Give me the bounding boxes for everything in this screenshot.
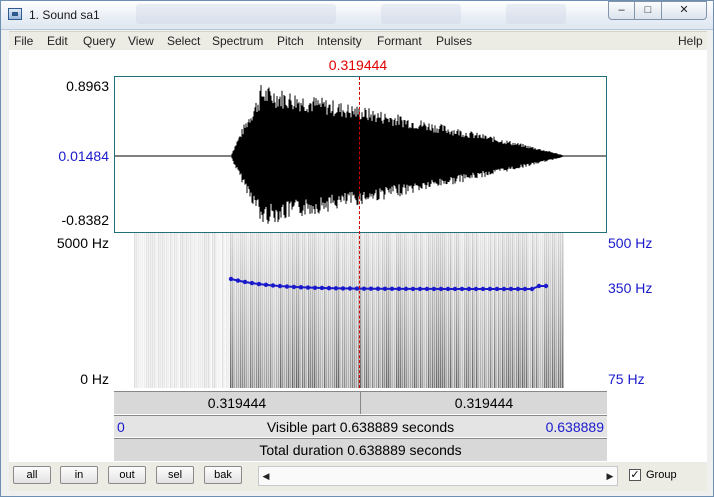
menu-intensity[interactable]: Intensity [317, 34, 362, 48]
background-ribbon [381, 4, 461, 24]
sound-editor-window: 1. Sound sa1 – □ ✕ File Edit Query View … [0, 0, 714, 497]
visible-part-text: Visible part 0.638889 seconds [266, 419, 455, 435]
group-checkbox[interactable]: ✓ [629, 469, 641, 481]
menu-edit[interactable]: Edit [47, 34, 68, 48]
menu-view[interactable]: View [128, 34, 154, 48]
selection-time-bar[interactable]: 0.319444 0.319444 [114, 391, 607, 414]
spectrogram-freq-top-label: 5000 Hz [56, 235, 109, 251]
zoom-selection-button[interactable]: sel [156, 466, 194, 484]
menu-select[interactable]: Select [167, 34, 200, 48]
menu-query[interactable]: Query [83, 34, 116, 48]
menu-pitch[interactable]: Pitch [277, 34, 304, 48]
menu-spectrum[interactable]: Spectrum [212, 34, 263, 48]
total-duration-text: Total duration 0.638889 seconds [259, 442, 462, 458]
horizontal-scrollbar[interactable]: ◀ ▶ [258, 466, 618, 486]
menu-pulses[interactable]: Pulses [436, 34, 472, 48]
background-ribbon [506, 4, 566, 24]
scroll-right-arrow-icon[interactable]: ▶ [603, 467, 617, 485]
app-icon [8, 8, 22, 20]
bottom-toolbar: all in out sel bak ◀ ▶ ✓ Group [9, 462, 707, 491]
maximize-button[interactable]: □ [634, 1, 662, 20]
right-time[interactable]: 0.319444 [361, 395, 607, 411]
waveform-panel[interactable] [114, 76, 607, 233]
scroll-left-arrow-icon[interactable]: ◀ [259, 467, 273, 485]
spectrogram-panel[interactable] [114, 233, 607, 388]
zoom-in-button[interactable]: in [60, 466, 98, 484]
group-label: Group [646, 469, 677, 481]
visible-end: 0.638889 [545, 419, 604, 435]
waveform-min-label: -0.8382 [61, 212, 109, 228]
cursor-time-label: 0.319444 [328, 57, 388, 73]
pitch-top-label: 500 Hz [608, 235, 653, 251]
minimize-button[interactable]: – [608, 1, 635, 20]
spectrogram-freq-bottom-label: 0 Hz [80, 371, 109, 387]
visible-part-bar[interactable]: 0 Visible part 0.638889 seconds 0.638889 [114, 415, 607, 437]
menu-help[interactable]: Help [678, 34, 703, 48]
menu-file[interactable]: File [14, 34, 33, 48]
pitch-bottom-label: 75 Hz [608, 371, 645, 387]
waveform-plot [115, 85, 606, 224]
waveform-max-label: 0.8963 [66, 78, 109, 94]
waveform-center-label: 0.01484 [58, 148, 109, 164]
background-ribbon [136, 4, 336, 24]
menu-bar: File Edit Query View Select Spectrum Pit… [9, 31, 707, 50]
pitch-mid-label: 350 Hz [608, 280, 653, 296]
left-time[interactable]: 0.319444 [114, 395, 360, 411]
spectrogram-plot [134, 233, 564, 388]
close-button[interactable]: ✕ [661, 1, 707, 20]
zoom-back-button[interactable]: bak [204, 466, 242, 484]
window-title: 1. Sound sa1 [29, 8, 100, 22]
zoom-all-button[interactable]: all [13, 466, 51, 484]
zoom-out-button[interactable]: out [108, 466, 146, 484]
total-duration-bar[interactable]: Total duration 0.638889 seconds [114, 438, 607, 461]
title-bar[interactable]: 1. Sound sa1 – □ ✕ [1, 1, 713, 30]
cursor-line [359, 77, 360, 388]
menu-formant[interactable]: Formant [377, 34, 422, 48]
